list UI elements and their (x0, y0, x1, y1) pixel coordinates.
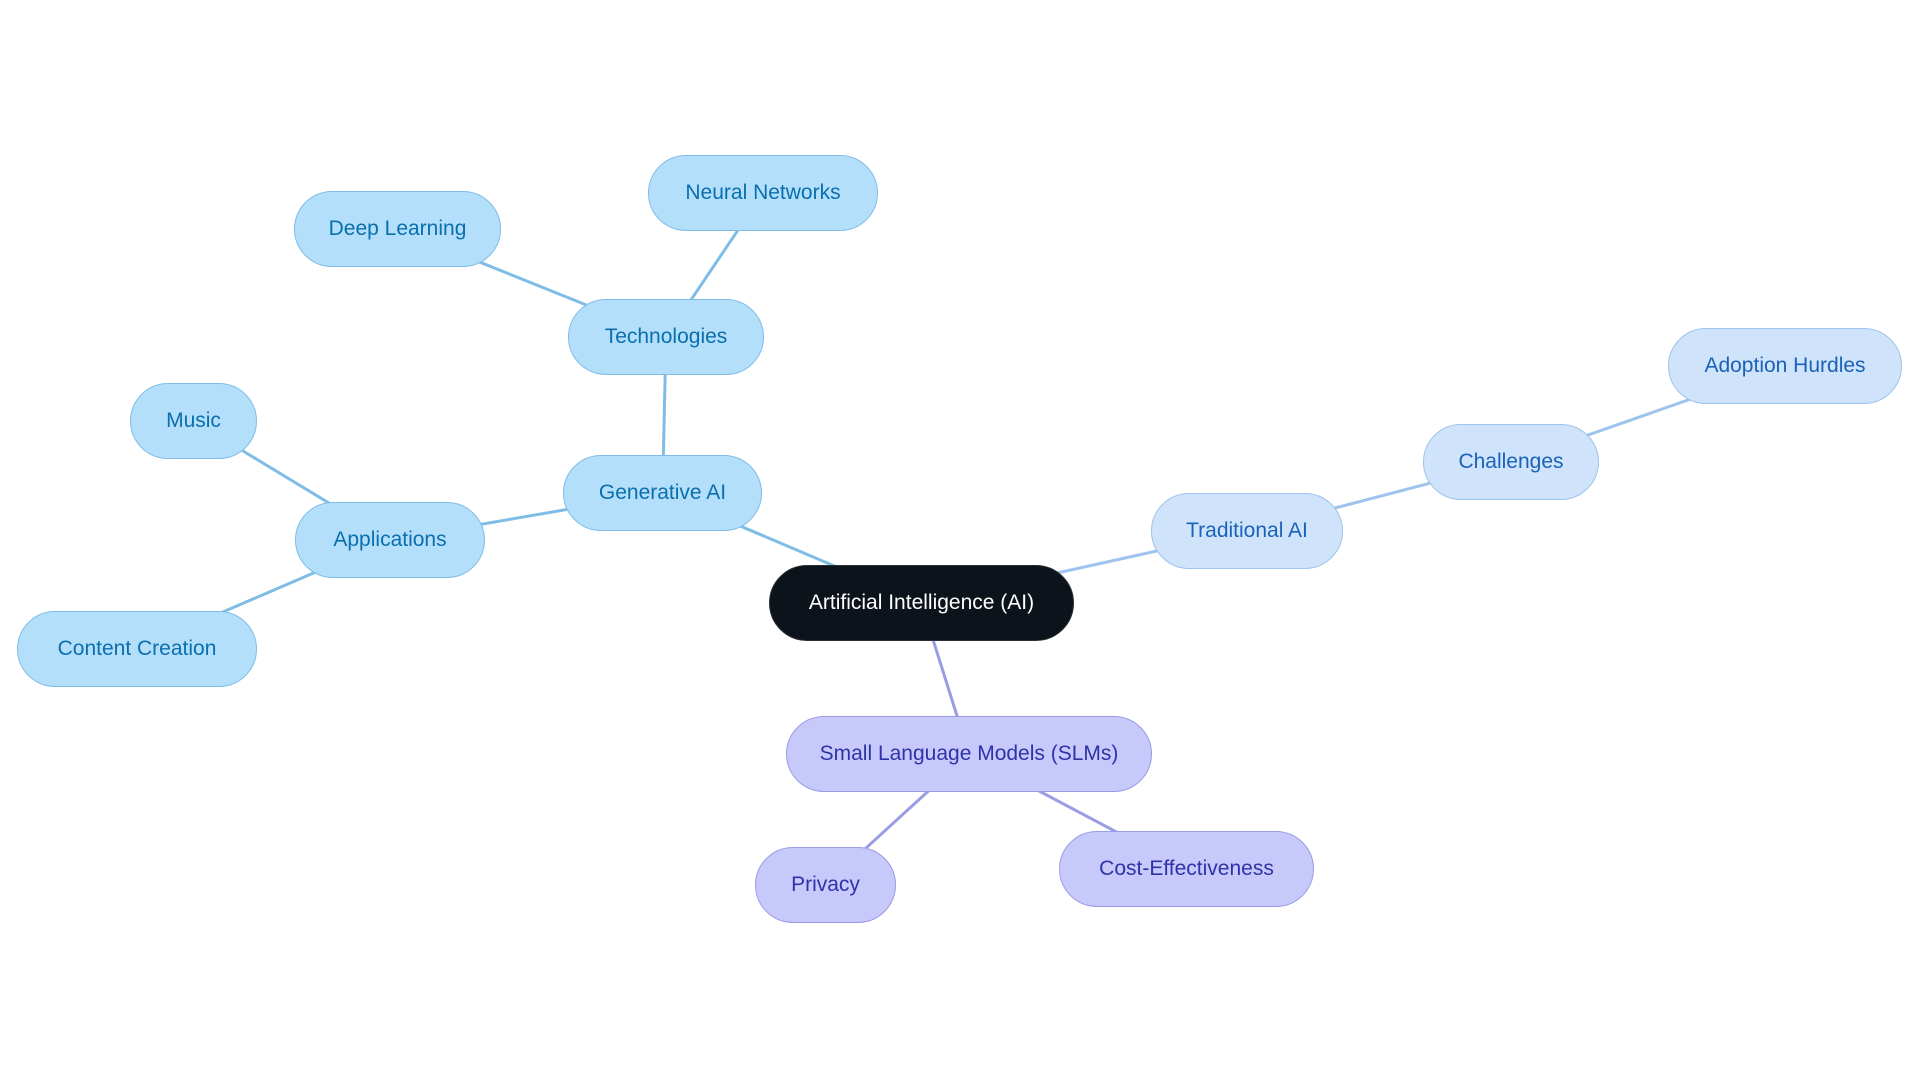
node-technologies[interactable]: Technologies (568, 299, 764, 375)
node-label: Cost-Effectiveness (1099, 857, 1274, 880)
node-generative-ai[interactable]: Generative AI (563, 455, 762, 531)
node-label: Traditional AI (1186, 519, 1308, 542)
node-music[interactable]: Music (130, 383, 257, 459)
node-label: Technologies (604, 325, 728, 348)
node-privacy[interactable]: Privacy (755, 847, 896, 923)
node-label: Generative AI (598, 481, 727, 504)
node-slms[interactable]: Small Language Models (SLMs) (786, 716, 1152, 792)
node-label: Neural Networks (685, 181, 841, 204)
node-label: Content Creation (57, 637, 217, 660)
node-adoption-hurdles[interactable]: Adoption Hurdles (1668, 328, 1902, 404)
node-applications[interactable]: Applications (295, 502, 485, 578)
node-label: Privacy (791, 873, 860, 896)
node-label: Challenges (1458, 450, 1564, 473)
node-challenges[interactable]: Challenges (1423, 424, 1599, 500)
edges-layer (136, 192, 1786, 887)
node-neural-networks[interactable]: Neural Networks (648, 155, 878, 231)
node-label: Artificial Intelligence (AI) (808, 591, 1035, 614)
node-root[interactable]: Artificial Intelligence (AI) (769, 565, 1074, 641)
node-label: Small Language Models (SLMs) (819, 742, 1119, 765)
node-label: Music (166, 409, 221, 432)
node-cost-effectiveness[interactable]: Cost-Effectiveness (1059, 831, 1314, 907)
node-deep-learning[interactable]: Deep Learning (294, 191, 501, 267)
node-label: Applications (333, 528, 447, 551)
node-content-creation[interactable]: Content Creation (17, 611, 257, 687)
node-label: Deep Learning (328, 217, 467, 240)
node-traditional-ai[interactable]: Traditional AI (1151, 493, 1343, 569)
node-label: Adoption Hurdles (1704, 354, 1866, 377)
